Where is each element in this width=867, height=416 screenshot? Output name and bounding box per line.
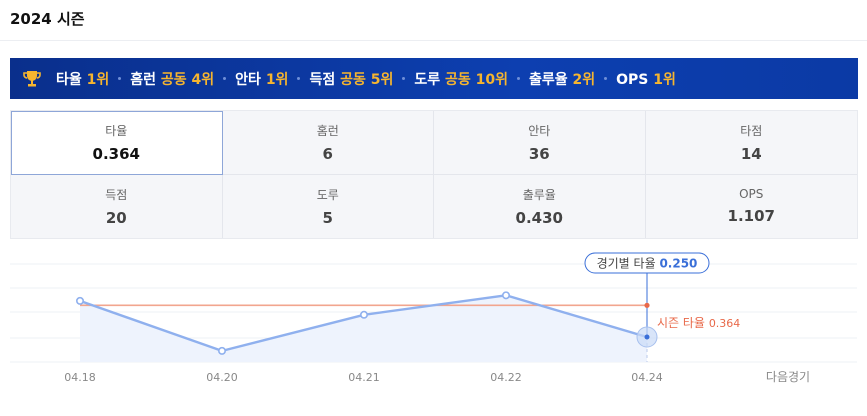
stat-cell[interactable]: 도루 5	[223, 174, 434, 238]
rank-label: 홈런	[130, 71, 157, 88]
season-average-value: 0.364	[709, 317, 741, 330]
data-point	[359, 310, 368, 319]
tooltip-label: 경기별 타율	[597, 257, 656, 271]
stat-value: 0.364	[92, 144, 140, 163]
rank-value: 공동 4위	[160, 71, 215, 88]
stat-value: 20	[105, 208, 127, 227]
rank-separator	[297, 77, 301, 80]
stat-value: 36	[528, 144, 550, 163]
stat-label: 타율	[105, 123, 128, 138]
stat-value: 1.107	[727, 207, 775, 226]
rank-separator	[402, 77, 406, 80]
stat-value: 6	[322, 144, 333, 163]
stat-value: 0.430	[515, 208, 563, 227]
rank-label: OPS	[616, 71, 649, 88]
stat-value: 5	[322, 208, 333, 227]
season-average-title: 시즌 타율	[657, 316, 705, 330]
stat-label: 홈런	[316, 123, 339, 138]
rank-label: 타율	[56, 71, 82, 88]
rank-label: 득점	[309, 71, 336, 88]
stat-label: OPS	[739, 187, 764, 202]
rank-item: OPS 1위	[616, 69, 676, 89]
next-game-label: 다음경기	[766, 370, 810, 384]
stat-cell[interactable]: 출루율 0.430	[434, 174, 646, 238]
rank-item: 도루 공동 10위	[414, 69, 508, 89]
rank-label: 도루	[414, 71, 441, 88]
rank-value: 공동 5위	[340, 71, 394, 88]
rank-separator	[516, 77, 520, 80]
stat-value: 14	[740, 144, 762, 163]
rank-value: 공동 10위	[444, 71, 508, 88]
tooltip-text: 경기별 타율 0.250	[597, 257, 698, 271]
x-tick-label: 04.21	[348, 371, 380, 384]
data-point	[218, 346, 227, 355]
stat-cell[interactable]: 안타 36	[434, 111, 646, 175]
rank-label: 안타	[235, 71, 261, 88]
data-point	[76, 296, 85, 305]
rank-banner: 타율 1위 홈런 공동 4위 안타 1위 득점 공동 5위 도루 공동 10위 출루율 2…	[10, 58, 858, 99]
rank-item: 출루율 2위	[529, 69, 595, 89]
season-average-label: 시즌 타율 0.364	[657, 316, 740, 330]
rank-item: 안타 1위	[235, 69, 288, 89]
stat-cell[interactable]: 타점 14	[645, 111, 857, 175]
x-tick-label: 04.24	[631, 371, 663, 384]
stat-label: 출루율	[522, 187, 556, 202]
stat-label: 타점	[740, 123, 763, 138]
stat-cell[interactable]: 타율 0.364	[11, 111, 223, 175]
tooltip-value: 0.250	[659, 257, 697, 271]
rank-label: 출루율	[528, 71, 568, 88]
rank-separator	[604, 77, 608, 80]
rank-item: 타율 1위	[56, 69, 109, 89]
stat-cell[interactable]: OPS 1.107	[646, 175, 858, 239]
season-average-marker	[644, 302, 650, 308]
x-tick-label: 04.22	[490, 371, 522, 384]
title-divider	[0, 40, 867, 41]
rank-value: 1위	[653, 71, 676, 88]
rank-separator	[118, 77, 122, 80]
x-tick-label: 04.18	[64, 371, 96, 384]
stat-cell[interactable]: 홈런 6	[222, 111, 434, 175]
x-tick-label: 04.20	[206, 371, 238, 384]
stat-label: 득점	[105, 187, 128, 202]
rank-item: 홈런 공동 4위	[130, 69, 214, 89]
rank-value: 1위	[265, 71, 289, 88]
rank-value: 2위	[572, 71, 596, 88]
rank-separator	[223, 77, 227, 80]
stats-grid: 타율 0.364 홈런 6 안타 36 타점 14 득점 20 도루 5 출루율 0.430 OPS 1.10…	[10, 110, 858, 239]
season-title: 2024 시즌	[10, 10, 85, 28]
rank-item: 득점 공동 5위	[309, 69, 393, 89]
stat-label: 도루	[316, 187, 339, 202]
rank-value: 1위	[86, 71, 110, 88]
data-point	[501, 291, 510, 300]
data-point	[644, 334, 650, 340]
stat-label: 안타	[528, 123, 551, 138]
batting-average-chart: 경기별 타율 0.250 시즌 타율 0.364 04.18 04.20 04.21 04…	[10, 252, 857, 384]
trophy-icon	[23, 70, 41, 86]
stat-cell[interactable]: 득점 20	[11, 174, 223, 238]
